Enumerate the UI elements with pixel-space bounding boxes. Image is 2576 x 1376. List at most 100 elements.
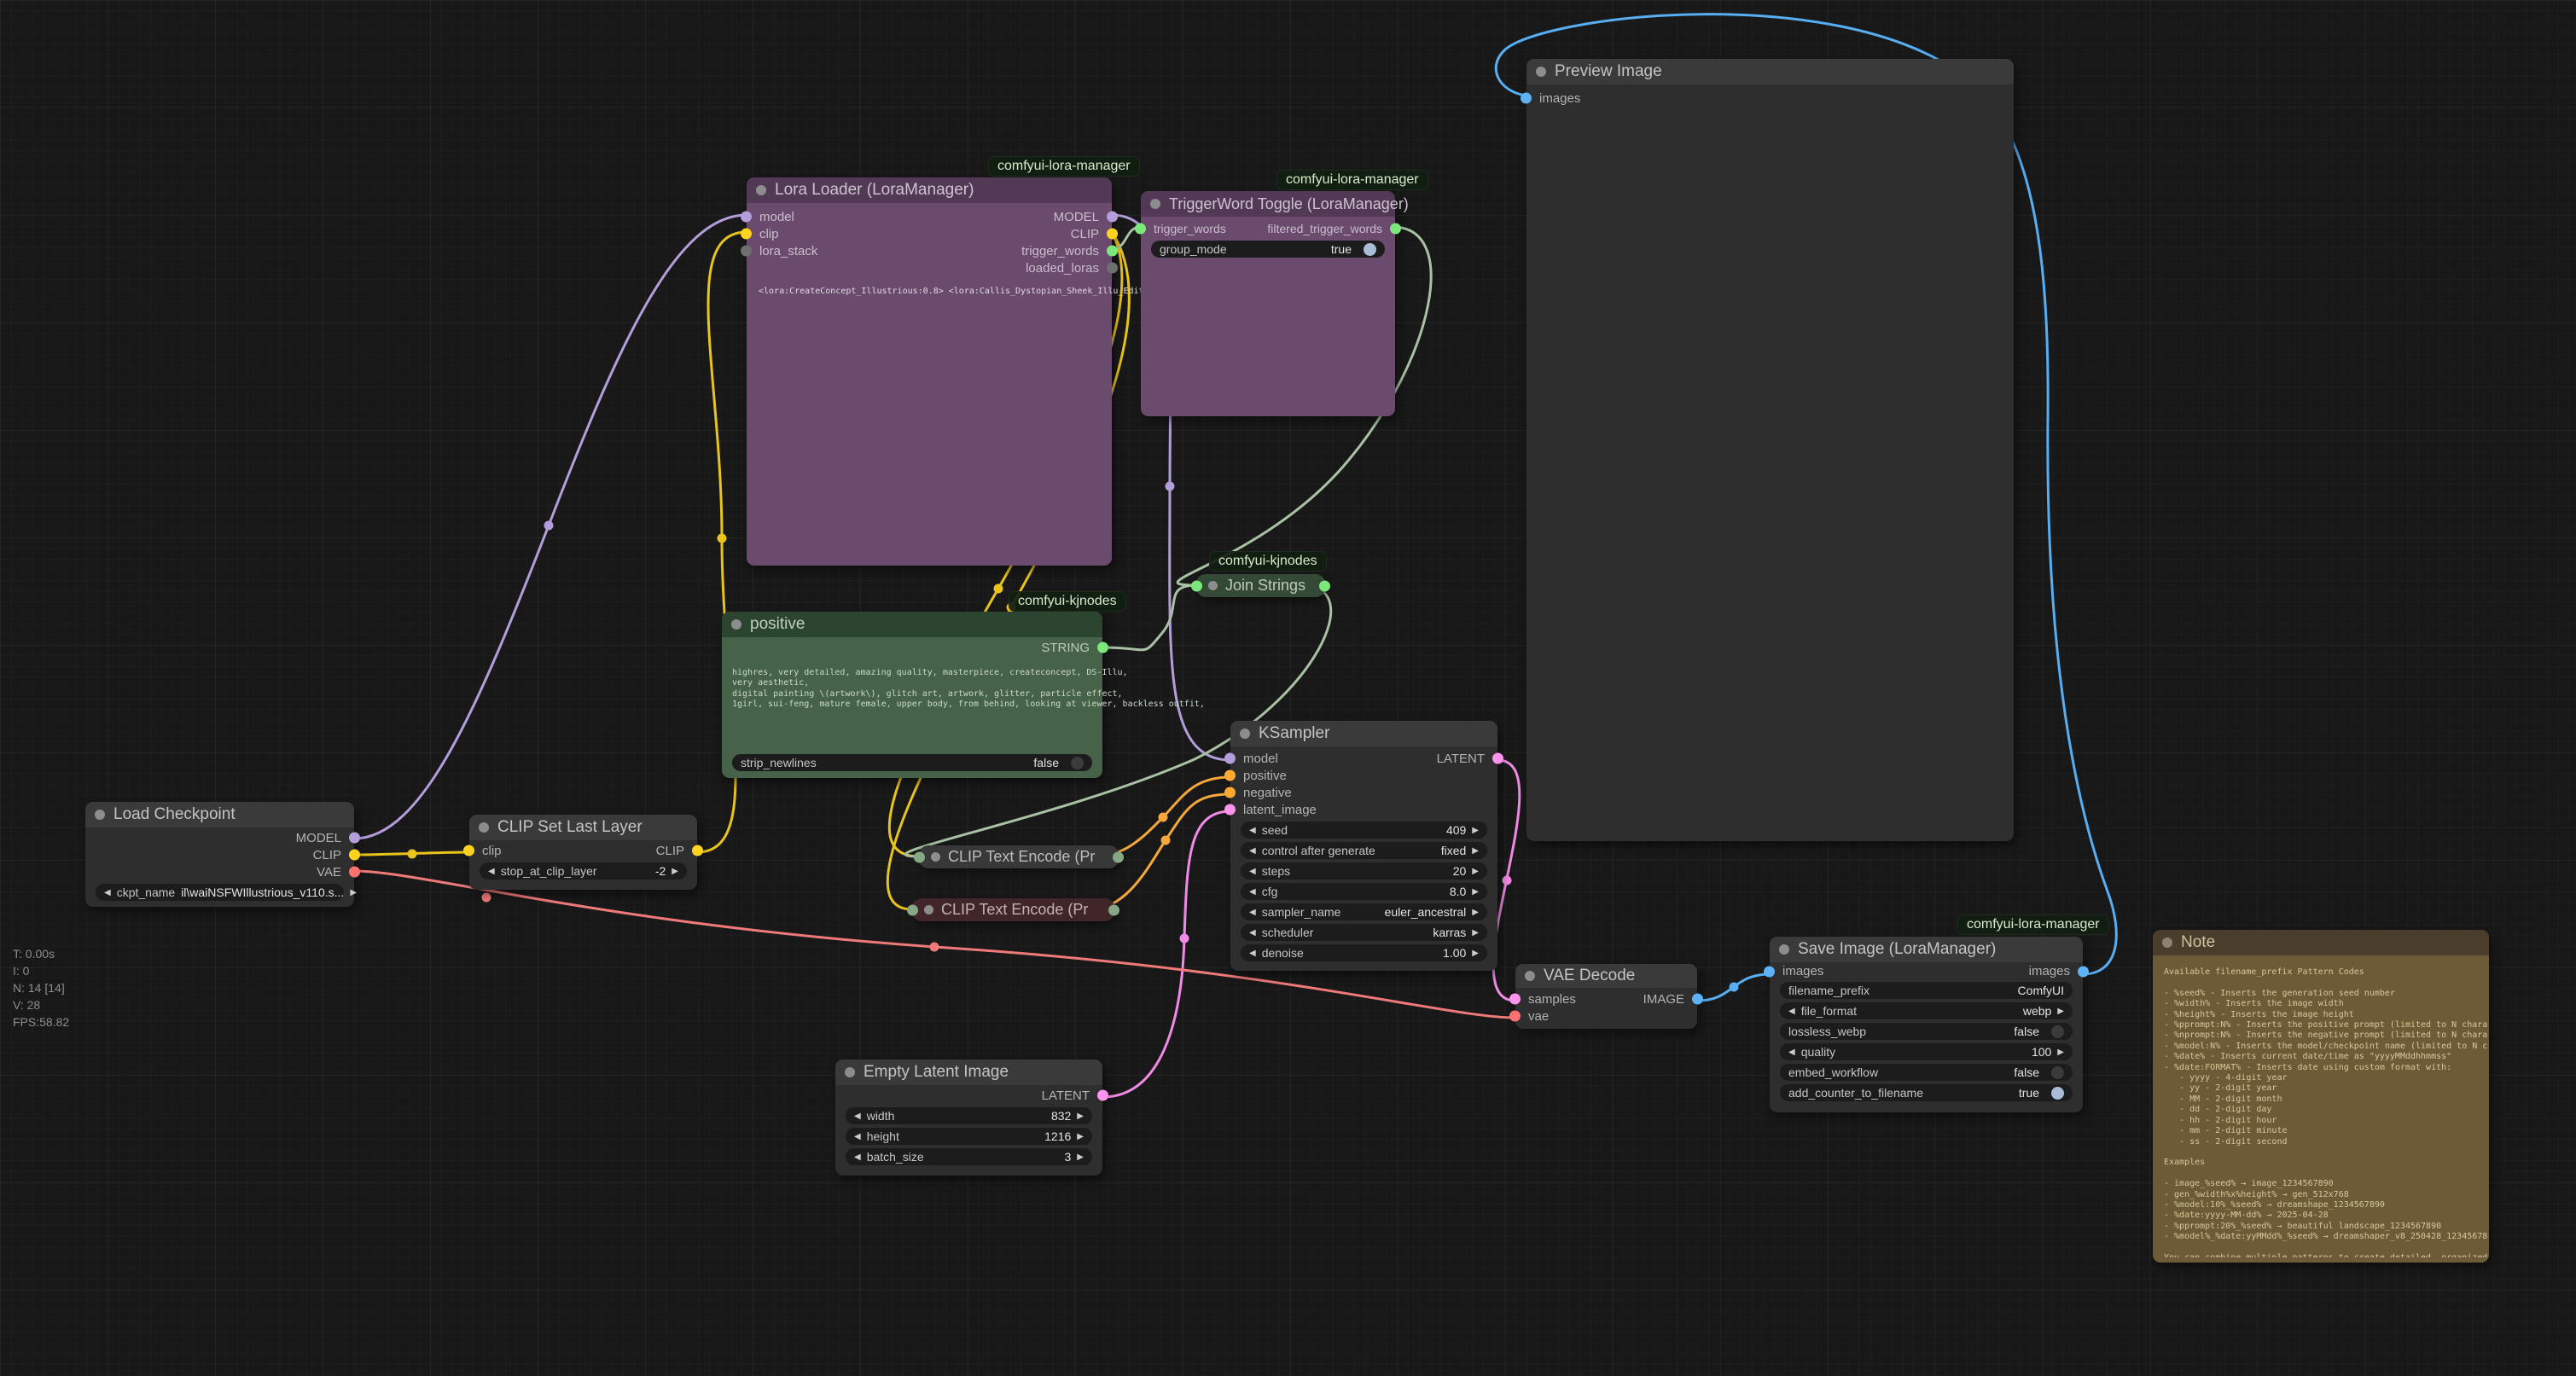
clip-input-port[interactable] [463,845,474,856]
increment-arrow-icon[interactable]: ▶ [1077,1112,1084,1121]
decrement-arrow-icon[interactable]: ◀ [1249,949,1256,958]
widget-strip_newlines[interactable]: strip_newlinesfalse [732,754,1092,771]
vae-output-port[interactable] [349,867,360,878]
increment-arrow-icon[interactable]: ▶ [1472,846,1479,856]
increment-arrow-icon[interactable]: ▶ [2057,1007,2064,1016]
toggle-knob[interactable] [2051,1066,2064,1079]
decrement-arrow-icon[interactable]: ◀ [1249,867,1256,876]
node-join-strings[interactable]: Join Strings [1196,574,1325,597]
increment-arrow-icon[interactable]: ▶ [1472,826,1479,835]
decrement-arrow-icon[interactable]: ◀ [1249,928,1256,938]
lora-stack-input-port[interactable] [741,246,752,257]
node-clip-text-encode-positive[interactable]: CLIP Text Encode (Pr [919,845,1119,868]
images-output-port[interactable] [2078,966,2089,977]
node-save-image[interactable]: Save Image (LoraManager) images images f… [1770,937,2083,1112]
toggle-knob[interactable] [2051,1025,2064,1038]
widget-filename_prefix[interactable]: filename_prefixComfyUI [1780,982,2073,999]
lora-tags-text[interactable]: <lora:CreateConcept_Illustrious:0.8> <lo… [759,287,1185,296]
vae-input-port[interactable] [1509,1011,1521,1022]
images-input-port[interactable] [1764,966,1775,977]
widget-batch_size[interactable]: ◀batch_size3▶ [846,1148,1092,1165]
node-triggerword-toggle[interactable]: TriggerWord Toggle (LoraManager) trigger… [1141,191,1395,416]
node-empty-latent-image[interactable]: Empty Latent Image LATENT ◀width832▶◀hei… [835,1060,1102,1176]
node-lora-loader[interactable]: Lora Loader (LoraManager) model MODEL cl… [747,177,1112,566]
increment-arrow-icon[interactable]: ▶ [1472,949,1479,958]
node-preview-image[interactable]: Preview Image images [1526,59,2014,841]
node-header[interactable]: TriggerWord Toggle (LoraManager) [1141,191,1395,217]
widget-width[interactable]: ◀width832▶ [846,1107,1092,1124]
clip-output-port[interactable] [1107,229,1118,240]
node-vae-decode[interactable]: VAE Decode samples IMAGE vae [1515,964,1697,1029]
string-input-port[interactable] [1191,580,1202,591]
widget-scheduler[interactable]: ◀schedulerkarras▶ [1241,924,1487,941]
widget-add_counter_to_filename[interactable]: add_counter_to_filenametrue [1780,1084,2073,1101]
widget-control_after_generate[interactable]: ◀control after generatefixed▶ [1241,842,1487,859]
string-output-port[interactable] [1097,642,1108,653]
decrement-arrow-icon[interactable]: ◀ [854,1112,861,1121]
collapse-dot-icon[interactable] [479,822,489,833]
widget-group_mode[interactable]: group_modetrue [1151,241,1385,258]
increment-arrow-icon[interactable]: ▶ [1472,867,1479,876]
clip-output-port[interactable] [692,845,703,856]
increment-arrow-icon[interactable]: ▶ [350,888,357,897]
node-load-checkpoint[interactable]: Load Checkpoint MODEL CLIP VAE ◀ckpt_nam… [85,802,354,907]
node-positive-prompt[interactable]: positive STRING highres, very detailed, … [722,612,1102,778]
increment-arrow-icon[interactable]: ▶ [1472,928,1479,938]
latent-image-input-port[interactable] [1224,804,1236,816]
collapse-dot-icon[interactable] [731,619,741,630]
decrement-arrow-icon[interactable]: ◀ [1249,908,1256,917]
decrement-arrow-icon[interactable]: ◀ [854,1132,861,1141]
widget-seed[interactable]: ◀seed409▶ [1241,822,1487,839]
widget-quality[interactable]: ◀quality100▶ [1780,1043,2073,1060]
model-input-port[interactable] [741,212,752,223]
increment-arrow-icon[interactable]: ▶ [2057,1048,2064,1057]
widget-steps[interactable]: ◀steps20▶ [1241,862,1487,880]
node-header[interactable]: Note [2153,930,2489,955]
filtered-trigger-words-output-port[interactable] [1390,224,1401,235]
decrement-arrow-icon[interactable]: ◀ [1249,887,1256,897]
toggle-knob[interactable] [2051,1087,2064,1100]
collapse-dot-icon[interactable] [924,905,933,914]
widget-lossless_webp[interactable]: lossless_webpfalse [1780,1023,2073,1040]
node-header[interactable]: KSampler [1230,721,1497,746]
string-output-port[interactable] [1319,580,1330,591]
widget-ckpt_name[interactable]: ◀ckpt_nameil\waiNSFWIllustrious_v110.s..… [96,884,344,901]
decrement-arrow-icon[interactable]: ◀ [1249,846,1256,856]
node-header[interactable]: CLIP Set Last Layer [469,815,697,840]
collapse-dot-icon[interactable] [1779,944,1789,955]
node-header[interactable]: Preview Image [1526,59,2014,84]
increment-arrow-icon[interactable]: ▶ [1077,1132,1084,1141]
latent-output-port[interactable] [1097,1090,1108,1101]
widget-file_format[interactable]: ◀file_formatwebp▶ [1780,1002,2073,1019]
decrement-arrow-icon[interactable]: ◀ [1249,826,1256,835]
latent-output-port[interactable] [1492,753,1503,764]
node-header[interactable]: Load Checkpoint [85,802,354,827]
collapse-dot-icon[interactable] [1525,971,1535,981]
clip-output-port[interactable] [349,850,360,861]
decrement-arrow-icon[interactable]: ◀ [1788,1007,1795,1016]
node-ksampler[interactable]: KSampler model LATENT positive negative … [1230,721,1497,971]
toggle-knob[interactable] [1364,243,1376,256]
model-output-port[interactable] [1107,212,1118,223]
node-header[interactable]: Save Image (LoraManager) [1770,937,2083,962]
note-text[interactable]: Available filename_prefix Pattern Codes … [2164,967,2487,1257]
collapse-dot-icon[interactable] [2162,938,2172,948]
increment-arrow-icon[interactable]: ▶ [1077,1152,1084,1162]
node-clip-text-encode-negative[interactable]: CLIP Text Encode (Pr [912,898,1114,921]
widget-sampler_name[interactable]: ◀sampler_nameeuler_ancestral▶ [1241,903,1487,920]
conditioning-output-port[interactable] [1108,904,1119,915]
trigger-words-output-port[interactable] [1107,246,1118,257]
widget-height[interactable]: ◀height1216▶ [846,1128,1092,1145]
increment-arrow-icon[interactable]: ▶ [1472,887,1479,897]
node-header[interactable]: Empty Latent Image [835,1060,1102,1085]
collapse-dot-icon[interactable] [1208,581,1218,590]
comfyui-canvas[interactable]: { "app": {"name": "ComfyUI workflow grap… [0,0,2576,1376]
collapse-dot-icon[interactable] [1240,729,1250,739]
negative-input-port[interactable] [1224,787,1236,798]
decrement-arrow-icon[interactable]: ◀ [488,867,495,876]
loaded-loras-output-port[interactable] [1107,263,1118,274]
positive-input-port[interactable] [1224,770,1236,781]
widget-stop_at_clip_layer[interactable]: ◀stop_at_clip_layer-2▶ [480,862,687,880]
collapse-dot-icon[interactable] [1150,199,1160,209]
node-header[interactable]: Lora Loader (LoraManager) [747,177,1112,203]
